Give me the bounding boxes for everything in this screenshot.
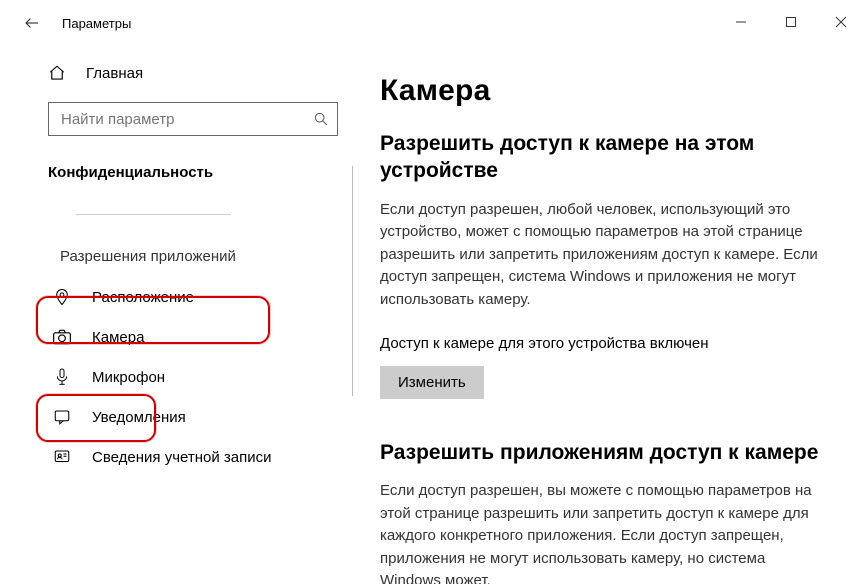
search-box[interactable]	[48, 102, 338, 136]
sidebar-item-label: Камера	[92, 329, 144, 346]
notifications-icon	[52, 407, 72, 427]
window-title: Параметры	[62, 16, 131, 31]
change-button[interactable]: Изменить	[380, 366, 484, 399]
sidebar-item-location[interactable]: Расположение	[48, 277, 350, 317]
maximize-icon	[785, 16, 797, 28]
sidebar-home-label: Главная	[86, 65, 143, 82]
maximize-button[interactable]	[766, 0, 816, 44]
sidebar-faded-item: Разрешения Windows	[48, 199, 350, 228]
arrow-left-icon	[23, 14, 41, 32]
sidebar-item-notifications[interactable]: Уведомления	[48, 397, 350, 437]
section1-description: Если доступ разрешен, любой человек, исп…	[380, 199, 826, 312]
settings-window: Параметры Главная	[0, 0, 866, 584]
section2-description: Если доступ разрешен, вы можете с помощь…	[380, 480, 826, 584]
sidebar-item-camera[interactable]: Камера	[48, 317, 350, 357]
search-input[interactable]	[59, 110, 313, 129]
scroll-indicator[interactable]	[352, 166, 353, 396]
minimize-button[interactable]	[716, 0, 766, 44]
sidebar-item-label: Расположение	[92, 289, 194, 306]
back-button[interactable]	[20, 11, 44, 35]
microphone-icon	[52, 367, 72, 387]
sidebar-item-account-info[interactable]: Сведения учетной записи	[48, 437, 350, 477]
camera-access-status: Доступ к камере для этого устройства вкл…	[380, 335, 826, 352]
window-controls	[716, 0, 866, 44]
camera-icon	[52, 327, 72, 347]
close-icon	[835, 16, 847, 28]
sidebar-item-label: Микрофон	[92, 369, 165, 386]
minimize-icon	[735, 16, 747, 28]
titlebar: Параметры	[0, 0, 866, 46]
sidebar-item-microphone[interactable]: Микрофон	[48, 357, 350, 397]
sidebar-item-label: Сведения учетной записи	[92, 449, 272, 466]
page-title: Камера	[380, 74, 826, 108]
account-info-icon	[52, 447, 72, 467]
sidebar-item-label: Уведомления	[92, 409, 186, 426]
location-icon	[52, 287, 72, 307]
section2-heading: Разрешить приложениям доступ к камере	[380, 439, 826, 466]
home-icon	[48, 64, 66, 82]
sidebar: Главная Конфиденциальность Разрешения Wi…	[0, 46, 350, 584]
sidebar-category: Конфиденциальность	[48, 164, 350, 181]
sidebar-home[interactable]: Главная	[48, 64, 350, 82]
close-button[interactable]	[816, 0, 866, 44]
search-icon	[313, 111, 329, 127]
main-content: Камера Разрешить доступ к камере на этом…	[350, 46, 866, 584]
sidebar-section-header: Разрешения приложений	[48, 240, 350, 273]
section1-heading: Разрешить доступ к камере на этом устрой…	[380, 130, 826, 185]
